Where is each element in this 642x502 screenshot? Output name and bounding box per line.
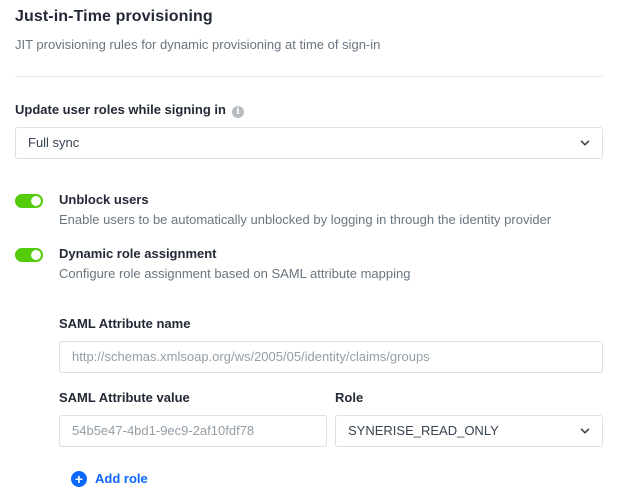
section-title: Just-in-Time provisioning [15,8,213,25]
add-role-label: Add role [95,471,148,486]
chevron-down-icon [580,428,590,434]
plus-icon: + [71,471,87,487]
role-select[interactable]: SYNERISE_READ_ONLY [335,415,603,447]
unblock-users-description: Enable users to be automatically unblock… [59,212,552,227]
role-select-value: SYNERISE_READ_ONLY [348,423,499,438]
divider [15,76,603,77]
saml-attr-name-label: SAML Attribute name [59,316,191,331]
update-roles-select-value: Full sync [28,135,80,150]
toggle-knob [31,250,41,260]
unblock-users-title: Unblock users [59,192,149,207]
dynamic-role-description: Configure role assignment based on SAML … [59,266,411,281]
dynamic-role-title: Dynamic role assignment [59,246,217,261]
update-roles-label-text: Update user roles while signing in [15,102,226,117]
role-label: Role [335,390,364,405]
update-roles-select[interactable]: Full sync [15,127,603,159]
update-roles-label: Update user roles while signing in i [15,102,244,118]
toggle-row-unblock-users: Unblock users Enable users to be automat… [15,192,615,232]
unblock-users-toggle[interactable] [15,194,43,208]
toggle-knob [31,196,41,206]
section-subtitle: JIT provisioning rules for dynamic provi… [15,37,381,52]
dynamic-role-toggle[interactable] [15,248,43,262]
info-icon[interactable]: i [231,106,244,118]
saml-attr-name-input[interactable]: http://schemas.xmlsoap.org/ws/2005/05/id… [59,341,603,373]
saml-attr-value-input[interactable]: 54b5e47-4bd1-9ec9-2af10fdf78 [59,415,327,447]
saml-attr-value-label: SAML Attribute value [59,390,190,405]
chevron-down-icon [580,140,590,146]
toggle-row-dynamic-role: Dynamic role assignment Configure role a… [15,246,615,286]
